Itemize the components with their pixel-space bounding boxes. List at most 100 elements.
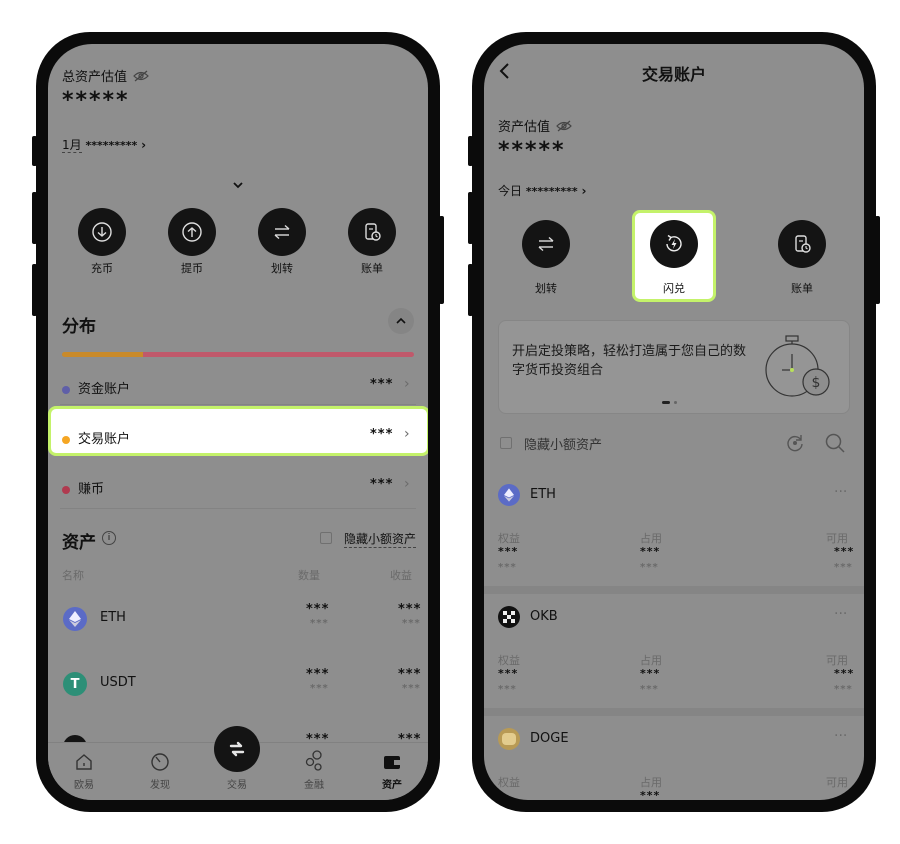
deposit-label: 充币	[91, 262, 113, 275]
used-value: ***	[640, 789, 661, 800]
wallet-icon[interactable]	[382, 752, 402, 776]
svg-text:$: $	[812, 375, 821, 391]
coin-name[interactable]: OKB	[530, 609, 558, 624]
flash-convert-icon	[666, 234, 682, 252]
info-icon[interactable]: i	[102, 531, 116, 545]
equity-value: ***	[498, 667, 519, 680]
usdt-icon: T	[63, 672, 87, 696]
chevron-right-icon: ›	[141, 138, 147, 152]
withdraw-label: 提币	[181, 262, 203, 275]
banner-text: 开启定投策略，轻松打造属于您自己的数字货币投资组合	[512, 344, 747, 378]
eth-icon	[498, 484, 520, 506]
hide-small-checkbox[interactable]	[320, 532, 332, 544]
phone-right: 交易账户 资产估值 ***** 今日 ********* › 划转 闪兑 账单	[468, 32, 880, 812]
today-pnl[interactable]: 今日 ********* ›	[498, 182, 586, 199]
asset-name[interactable]: ETH	[100, 610, 126, 625]
avail-value: ***	[834, 545, 855, 558]
search-icon[interactable]	[824, 432, 846, 458]
estimate-label: 资产估值	[498, 116, 573, 136]
nav-finance-label[interactable]: 金融	[292, 776, 336, 791]
upload-icon	[182, 222, 202, 242]
deposit-button[interactable]	[78, 208, 126, 256]
transfer-icon	[538, 236, 554, 252]
download-icon	[92, 222, 112, 242]
eye-hidden-icon[interactable]	[556, 120, 573, 136]
account-trading[interactable]: 交易账户	[62, 428, 130, 447]
used-sub: ***	[640, 684, 659, 695]
asset-name[interactable]: USDT	[100, 675, 136, 690]
col-profit: 收益	[390, 569, 412, 582]
account-earn-value: ***	[370, 477, 394, 492]
asset-qty-sub: ***	[310, 683, 329, 694]
assets-screen: 总资产估值 ***** 1月 ********* › 充币 提币 划转 账单 分…	[48, 44, 428, 800]
pager-dot	[674, 401, 677, 404]
used-label: 占用	[640, 776, 662, 789]
avail-label: 可用	[826, 532, 848, 545]
used-label: 占用	[640, 532, 662, 545]
bill-icon	[795, 235, 811, 253]
more-icon[interactable]: ···	[834, 728, 847, 744]
distribution-title: 分布	[62, 317, 96, 337]
estimate-value: *****	[498, 138, 566, 163]
equity-sub: ***	[498, 684, 517, 695]
bill-button[interactable]	[778, 220, 826, 268]
bill-button[interactable]	[348, 208, 396, 256]
withdraw-button[interactable]	[168, 208, 216, 256]
asset-qty-sub: ***	[310, 618, 329, 629]
avail-sub: ***	[834, 562, 853, 573]
chevron-down-icon[interactable]	[232, 174, 244, 193]
trading-account-screen: 交易账户 资产估值 ***** 今日 ********* › 划转 闪兑 账单	[484, 44, 864, 800]
asset-profit: ***	[398, 602, 422, 617]
coin-name[interactable]: ETH	[530, 487, 556, 502]
phone-left: 总资产估值 ***** 1月 ********* › 充币 提币 划转 账单 分…	[32, 32, 444, 812]
doge-icon	[498, 728, 520, 750]
bill-label: 账单	[791, 282, 813, 295]
equity-label: 权益	[498, 776, 520, 789]
used-value: ***	[640, 545, 661, 558]
transfer-button[interactable]	[522, 220, 570, 268]
eye-hidden-icon[interactable]	[133, 70, 150, 86]
hide-small-label[interactable]: 隐藏小额资产	[524, 434, 602, 453]
discover-icon[interactable]	[150, 752, 170, 776]
transfer-label: 划转	[271, 262, 293, 275]
month-pnl[interactable]: 1月 ********* ›	[62, 136, 146, 153]
convert-button[interactable]	[650, 220, 698, 268]
nav-home-label[interactable]: 欧易	[62, 776, 106, 791]
coin-name[interactable]: DOGE	[530, 731, 569, 746]
transfer-icon	[274, 224, 290, 240]
avail-sub: ***	[834, 684, 853, 695]
used-label: 占用	[640, 654, 662, 667]
home-icon[interactable]	[74, 752, 94, 776]
account-earn[interactable]: 赚币	[62, 478, 104, 497]
transfer-label: 划转	[535, 282, 557, 295]
hide-small-checkbox[interactable]	[500, 437, 512, 449]
refresh-icon[interactable]	[784, 432, 806, 458]
account-funding[interactable]: 资金账户	[62, 378, 130, 397]
pager-dot-active	[662, 401, 670, 404]
more-icon[interactable]: ···	[834, 606, 847, 622]
asset-profit-sub: ***	[402, 683, 421, 694]
equity-value: ***	[498, 545, 519, 558]
equity-label: 权益	[498, 532, 520, 545]
col-name: 名称	[62, 569, 84, 582]
transfer-button[interactable]	[258, 208, 306, 256]
trade-button[interactable]	[214, 726, 260, 772]
nav-trade-label[interactable]: 交易	[215, 776, 259, 791]
nav-assets-label[interactable]: 资产	[370, 776, 414, 791]
more-icon[interactable]: ···	[834, 484, 847, 500]
hide-small-label[interactable]: 隐藏小额资产	[344, 530, 417, 548]
collapse-button[interactable]	[388, 308, 414, 334]
assets-title: 资产	[62, 533, 96, 553]
nav-discover-label[interactable]: 发现	[138, 776, 182, 791]
avail-label: 可用	[826, 776, 848, 789]
asset-profit: ***	[398, 667, 422, 682]
asset-qty: ***	[306, 602, 330, 617]
chevron-right-icon: ›	[404, 476, 410, 492]
page-title: 交易账户	[641, 65, 706, 84]
finance-icon[interactable]	[304, 750, 324, 776]
chevron-up-icon	[396, 317, 406, 324]
avail-value: ***	[834, 667, 855, 680]
bill-label: 账单	[361, 262, 383, 275]
distribution-bar	[62, 352, 414, 357]
chevron-right-icon: ›	[404, 376, 410, 392]
